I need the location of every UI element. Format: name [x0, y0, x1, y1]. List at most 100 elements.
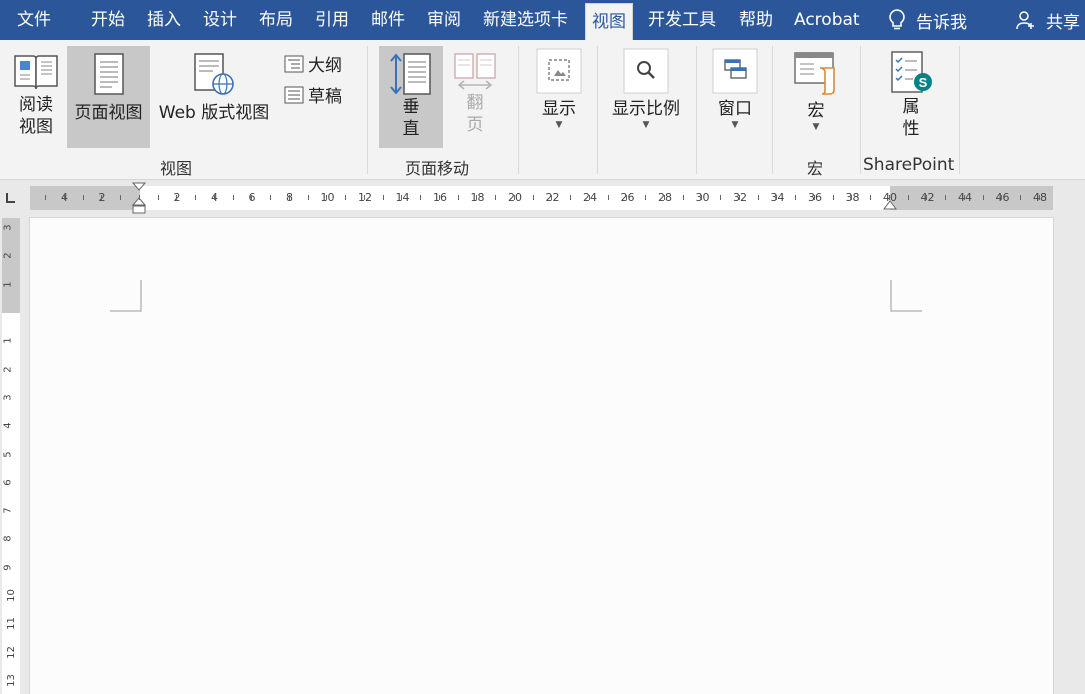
ruler-tick-label: 8	[3, 536, 14, 542]
group-label-views: 视图	[160, 155, 192, 179]
ruler-minor-tick	[851, 195, 852, 200]
ruler-tick-label: 10	[321, 191, 335, 204]
ruler-margin-top	[2, 218, 20, 313]
ruler-minor-tick	[214, 195, 215, 200]
tab-layout[interactable]: 布局	[259, 0, 293, 40]
share-button[interactable]: 共享	[1016, 0, 1080, 40]
ruler-tick-label: 12	[6, 646, 17, 659]
vertical-ruler[interactable]: 32112345678910111213	[2, 218, 20, 694]
ruler-minor-tick	[533, 195, 534, 200]
vertical-label-1: 垂	[403, 96, 420, 118]
ruler-tick-label: 34	[771, 191, 785, 204]
tab-mailings[interactable]: 邮件	[371, 0, 405, 40]
separator	[696, 46, 697, 174]
ruler-tick-label: 28	[658, 191, 672, 204]
side-to-side-label-2: 页	[467, 114, 484, 136]
ruler-minor-tick	[683, 195, 684, 200]
macro-icon	[792, 50, 840, 96]
show-icon	[536, 48, 582, 94]
tab-help[interactable]: 帮助	[739, 0, 773, 40]
ruler-tick-label: 44	[958, 191, 972, 204]
macros-button[interactable]: 宏 ▼	[789, 50, 843, 144]
ruler-minor-tick	[664, 195, 665, 200]
tab-references[interactable]: 引用	[315, 0, 349, 40]
tab-view[interactable]: 视图	[585, 3, 633, 40]
ruler-minor-tick	[45, 195, 46, 200]
zoom-label: 显示比例	[612, 98, 680, 120]
document-page[interactable]	[30, 218, 1053, 694]
print-layout-button[interactable]: 页面视图	[67, 46, 150, 148]
ruler-minor-tick	[514, 195, 515, 200]
ruler-minor-tick	[645, 195, 646, 200]
ruler-tick-label: 5	[3, 451, 14, 457]
ruler-minor-tick	[626, 195, 627, 200]
tab-acrobat[interactable]: Acrobat	[794, 0, 860, 40]
ruler-tick-label: 22	[546, 191, 560, 204]
read-mode-button[interactable]: 阅读 视图	[8, 50, 64, 148]
horizontal-ruler[interactable]: 4224681012141618202224262830323436384042…	[30, 186, 1053, 210]
tab-insert[interactable]: 插入	[147, 0, 181, 40]
read-mode-label-1: 阅读	[19, 94, 53, 116]
separator	[367, 46, 368, 174]
side-to-side-label-1: 翻	[467, 92, 484, 114]
tab-stop-selector-icon[interactable]	[4, 192, 16, 204]
ruler-minor-tick	[139, 195, 140, 200]
ruler-minor-tick	[383, 195, 384, 200]
ruler-tick-label: 42	[921, 191, 935, 204]
ruler-tick-label: 13	[6, 674, 17, 687]
ruler-minor-tick	[795, 195, 796, 200]
ruler-tick-label: 2	[3, 253, 14, 259]
ruler-tick-label: 26	[621, 191, 635, 204]
chevron-down-icon: ▼	[556, 120, 563, 130]
sharepoint-properties-icon: S	[887, 50, 935, 96]
ruler-minor-tick	[926, 195, 927, 200]
print-layout-label: 页面视图	[75, 102, 143, 124]
vertical-scroll-button[interactable]: 垂 直	[379, 46, 443, 148]
ruler-minor-tick	[195, 195, 196, 200]
ruler-minor-tick	[308, 195, 309, 200]
book-open-icon	[12, 50, 60, 94]
web-layout-label: Web 版式视图	[159, 102, 269, 124]
chevron-down-icon: ▼	[643, 120, 650, 130]
tab-review[interactable]: 审阅	[427, 0, 461, 40]
ribbon-view: 阅读 视图 页面视图 Web 版式视图	[0, 40, 1085, 180]
ruler-tick-label: 20	[508, 191, 522, 204]
ruler-tick-label: 11	[6, 617, 17, 630]
ruler-tick-label: 32	[733, 191, 747, 204]
outline-button[interactable]: 大纲	[284, 51, 342, 76]
separator	[959, 46, 960, 174]
margin-corner-top-left	[110, 280, 142, 312]
ruler-minor-tick	[439, 195, 440, 200]
ruler-minor-tick	[701, 195, 702, 200]
separator	[518, 46, 519, 174]
ruler-minor-tick	[720, 195, 721, 200]
tab-new-tab[interactable]: 新建选项卡	[483, 0, 568, 40]
ruler-tick-label: 2	[3, 366, 14, 372]
tell-me-box[interactable]: 告诉我	[888, 0, 967, 40]
ruler-tick-label: 40	[883, 191, 897, 204]
show-button[interactable]: 显示 ▼	[532, 48, 586, 144]
draft-button[interactable]: 草稿	[284, 82, 342, 107]
tab-developer[interactable]: 开发工具	[648, 0, 716, 40]
tab-design[interactable]: 设计	[203, 0, 237, 40]
ruler-margin-left	[30, 186, 140, 210]
macros-label: 宏	[808, 100, 825, 122]
window-button[interactable]: 窗口 ▼	[708, 48, 762, 144]
tab-file[interactable]: 文件	[17, 0, 51, 40]
ruler-minor-tick	[83, 195, 84, 200]
ruler-tick-label: 3	[3, 394, 14, 400]
tab-home[interactable]: 开始	[91, 0, 125, 40]
ruler-tick-label: 14	[396, 191, 410, 204]
draft-icon	[284, 86, 304, 104]
side-to-side-button[interactable]: 翻 页	[447, 52, 503, 148]
ruler-minor-tick	[589, 195, 590, 200]
ruler-minor-tick	[233, 195, 234, 200]
zoom-button[interactable]: 显示比例 ▼	[605, 48, 687, 144]
web-layout-button[interactable]: Web 版式视图	[153, 52, 275, 148]
group-label-page-movement: 页面移动	[405, 155, 469, 179]
separator	[772, 46, 773, 174]
separator	[597, 46, 598, 174]
ruler-minor-tick	[1039, 195, 1040, 200]
sharepoint-properties-button[interactable]: S 属 性	[884, 50, 938, 146]
ruler-minor-tick	[870, 195, 871, 200]
